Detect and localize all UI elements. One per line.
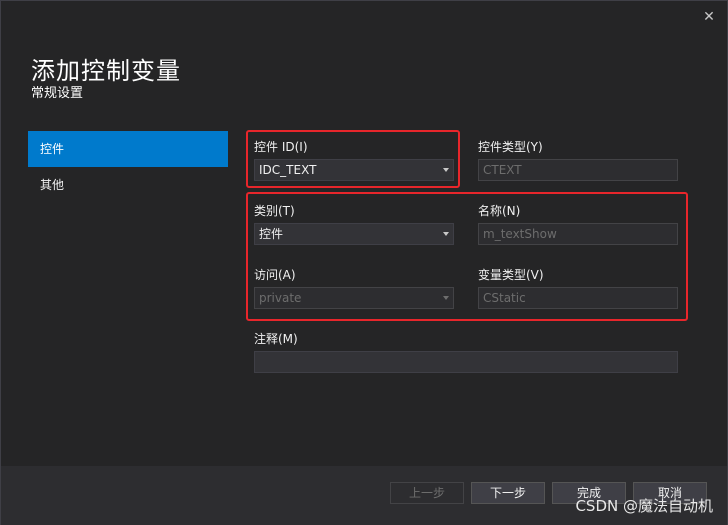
dialog-subtitle: 常规设置 <box>31 86 84 101</box>
control-type-field: CTEXT <box>478 159 678 181</box>
name-label: 名称(N) <box>478 204 521 218</box>
close-icon[interactable]: ✕ <box>701 9 717 25</box>
chevron-down-icon <box>443 168 449 172</box>
control-id-value: IDC_TEXT <box>259 163 317 177</box>
next-button[interactable]: 下一步 <box>471 482 545 504</box>
name-field: m_textShow <box>478 223 678 245</box>
sidebar: 控件 其他 <box>28 131 228 203</box>
dialog-title: 添加控制变量 <box>31 57 181 85</box>
access-value: private <box>259 291 302 305</box>
sidebar-item-control[interactable]: 控件 <box>28 131 228 167</box>
prev-button: 上一步 <box>390 482 464 504</box>
access-combobox: private <box>254 287 454 309</box>
control-type-label: 控件类型(Y) <box>478 140 543 154</box>
comment-input[interactable] <box>254 351 678 373</box>
comment-label: 注释(M) <box>254 332 298 346</box>
variable-type-label: 变量类型(V) <box>478 268 544 282</box>
watermark: CSDN @魔法自动机 <box>575 497 713 515</box>
variable-type-field: CStatic <box>478 287 678 309</box>
category-value: 控件 <box>259 227 284 241</box>
access-label: 访问(A) <box>254 268 296 282</box>
control-id-label: 控件 ID(I) <box>254 140 308 154</box>
sidebar-item-other[interactable]: 其他 <box>28 167 228 203</box>
category-combobox[interactable]: 控件 <box>254 223 454 245</box>
category-label: 类别(T) <box>254 204 295 218</box>
chevron-down-icon <box>443 296 449 300</box>
add-control-variable-dialog: ✕ 添加控制变量 常规设置 控件 其他 控件 ID(I) IDC_TEXT 控件… <box>0 0 728 525</box>
chevron-down-icon <box>443 232 449 236</box>
control-id-combobox[interactable]: IDC_TEXT <box>254 159 454 181</box>
